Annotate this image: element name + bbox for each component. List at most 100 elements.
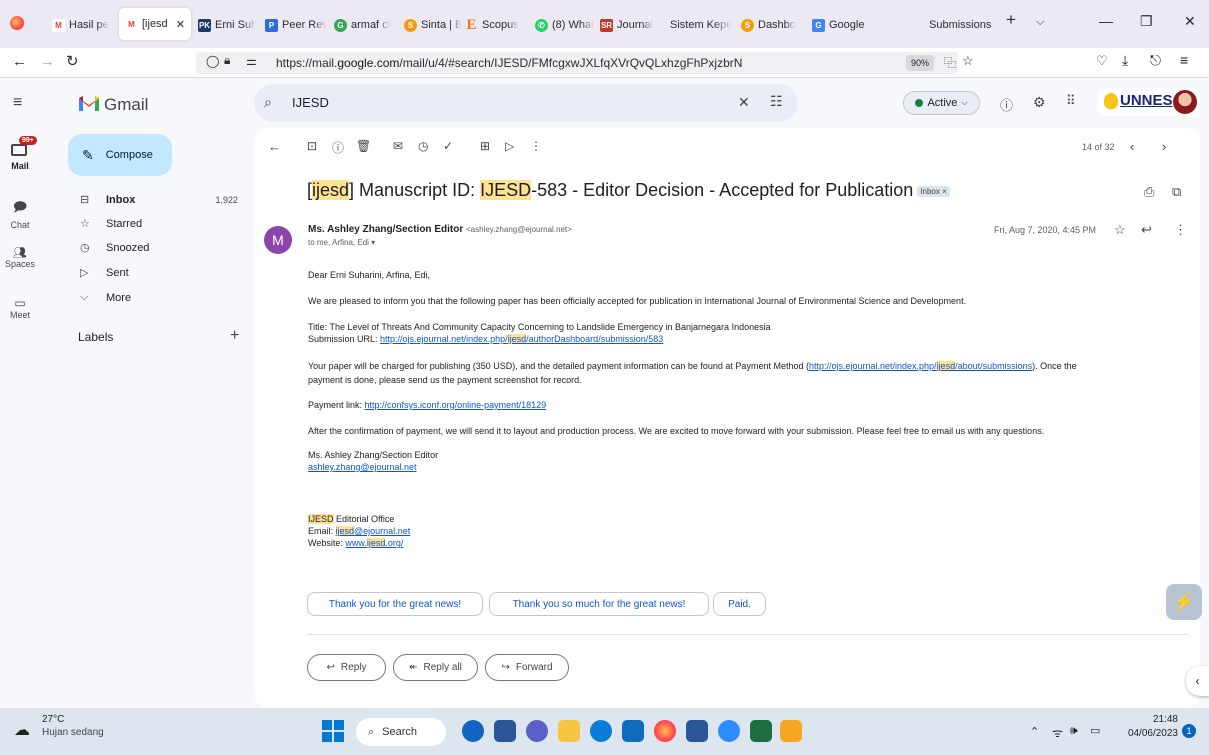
lock-icon[interactable]: 🔒︎ [224, 53, 230, 68]
add-label-icon[interactable]: + [230, 327, 239, 345]
reload-icon[interactable]: ↻ [66, 52, 79, 70]
smart-reply-2[interactable]: Thank you so much for the great news! [489, 592, 709, 616]
nav-more[interactable]: ⌵ More [64, 287, 244, 309]
store-icon[interactable] [622, 720, 644, 742]
apps-grid-icon[interactable]: ⠿ [1066, 93, 1076, 109]
minimize-icon[interactable]: — [1099, 13, 1113, 29]
pocket-icon[interactable]: ♡ [1096, 53, 1108, 69]
clock-date[interactable]: 04/06/2023 [1118, 728, 1178, 739]
compose-button[interactable]: ✎ Compose [68, 134, 172, 176]
side-panel-toggle-icon[interactable]: ‹ [1186, 666, 1209, 696]
restore-icon[interactable]: ❐ [1140, 13, 1153, 30]
firefox-menu-icon[interactable] [10, 16, 24, 30]
download-icon[interactable]: ⤓ [1122, 52, 1128, 69]
app-icon-2[interactable] [780, 720, 802, 742]
search-input[interactable]: IJESD [292, 95, 329, 110]
task-view-icon[interactable] [494, 720, 516, 742]
main-menu-icon[interactable]: ≡ [13, 94, 22, 112]
tab-hasil[interactable]: M Hasil pe [52, 14, 118, 36]
forward-arrow-icon[interactable]: → [40, 53, 55, 70]
search-icon[interactable]: ⌕ [264, 94, 272, 111]
signature-email-link[interactable]: ashley.zhang@ejournal.net [308, 462, 417, 472]
shield-icon[interactable]: ◯ [206, 54, 219, 68]
rail-chat[interactable]: 🗩︎ Chat [0, 198, 40, 230]
file-explorer-icon[interactable] [558, 720, 580, 742]
taskbar-search[interactable]: ⌕ Search [356, 718, 446, 746]
volume-icon[interactable]: 🕪︎ [1070, 723, 1078, 738]
notification-icon[interactable]: 1 [1182, 724, 1196, 738]
rail-meet[interactable]: ▭ Meet [0, 296, 40, 320]
permissions-icon[interactable]: ⚌ [246, 54, 257, 68]
reply-icon[interactable]: ↩ [1141, 222, 1152, 238]
office-email-link[interactable]: ijesd@ejournal.net [335, 526, 410, 536]
new-tab-plus-icon[interactable]: + [1006, 10, 1016, 30]
reply-button[interactable]: ↩ Reply [307, 654, 386, 681]
label-icon[interactable]: ▷ [505, 139, 514, 153]
weather-icon[interactable]: ☁ [14, 720, 30, 740]
older-chevron-icon[interactable]: › [1162, 139, 1166, 154]
snooze-icon[interactable]: ◷ [418, 139, 428, 153]
nav-inbox[interactable]: ⊟ Inbox 1,922 [64, 189, 244, 211]
recipients[interactable]: to me, Arfina, Edi ▾ [308, 238, 375, 247]
weather-temp[interactable]: 27°C [42, 714, 64, 725]
search-options-icon[interactable]: ☷ [770, 93, 783, 110]
clear-search-icon[interactable]: ✕ [738, 94, 750, 111]
gmail-logo-icon[interactable] [78, 95, 100, 112]
back-to-search-icon[interactable]: ← [268, 139, 281, 154]
reply-all-button[interactable]: ↞ Reply all [393, 654, 478, 681]
edge-icon[interactable] [590, 720, 612, 742]
mark-unread-icon[interactable]: ✉ [393, 139, 403, 153]
open-new-window-icon[interactable]: ⧉ [1172, 184, 1181, 200]
forward-button[interactable]: ↪ Forward [485, 654, 569, 681]
tab-google-scholar[interactable]: G Google [812, 14, 878, 36]
zoom-icon[interactable] [718, 720, 740, 742]
tab-dashboard[interactable]: S Dashbo [741, 14, 805, 36]
word-icon[interactable] [686, 720, 708, 742]
app-menu-icon[interactable]: ≡ [1180, 52, 1188, 68]
report-spam-icon[interactable]: ⓘ [332, 139, 344, 156]
tab-scopus[interactable]: E Scopus [465, 14, 527, 36]
share-icon[interactable]: ⎋ [1150, 52, 1161, 69]
teams-icon[interactable] [526, 720, 548, 742]
search-bar[interactable] [254, 84, 798, 122]
print-icon[interactable]: ⎙ [1144, 184, 1154, 200]
clock-time[interactable]: 21:48 [1140, 714, 1178, 725]
tab-erni[interactable]: PK Erni Suh [198, 14, 256, 36]
tab-sistem[interactable]: Sistem Kepe [670, 14, 734, 36]
sender-avatar[interactable]: M [264, 226, 292, 254]
payment-link[interactable]: http://confsys.iconf.org/online-payment/… [365, 400, 547, 410]
tab-ijesd-active[interactable]: M [ijesd ✕ [119, 8, 191, 40]
delete-icon[interactable]: 🗑︎ [356, 139, 371, 153]
battery-icon[interactable]: ▭ [1090, 724, 1100, 737]
zoom-level[interactable]: 90% [906, 55, 934, 71]
translate-icon[interactable]: ⿻ [944, 54, 956, 71]
newer-chevron-icon[interactable]: ‹ [1130, 139, 1134, 154]
weather-desc[interactable]: Hujan sedang [42, 727, 104, 738]
inbox-label-chip[interactable]: Inbox × [917, 185, 950, 197]
smart-reply-1[interactable]: Thank you for the great news! [307, 592, 483, 616]
sender-name[interactable]: Ms. Ashley Zhang/Section Editor [308, 224, 463, 235]
nav-starred[interactable]: ☆ Starred [64, 213, 244, 235]
more-vert-icon[interactable]: ⋮ [1174, 222, 1187, 238]
smart-reply-3[interactable]: Paid. [713, 592, 766, 616]
archive-icon[interactable]: ⊡ [307, 139, 317, 153]
tab-whatsapp[interactable]: ✆ (8) What [535, 14, 597, 36]
tray-chevron-icon[interactable]: ⌃ [1030, 725, 1039, 738]
app-icon-1[interactable] [462, 720, 484, 742]
add-task-icon[interactable]: ✓ [443, 139, 453, 153]
firefox-icon[interactable] [654, 720, 676, 742]
nav-sent[interactable]: ▷ Sent [64, 262, 244, 284]
office-website-link[interactable]: www.ijesd.org/ [345, 538, 403, 548]
nav-snoozed[interactable]: ◷ Snoozed [64, 237, 244, 259]
gmail-logo-text[interactable]: Gmail [104, 95, 148, 115]
assistant-widget-icon[interactable]: ⚡ [1166, 584, 1202, 620]
move-to-icon[interactable]: ⊞ [480, 139, 490, 153]
windows-start-icon[interactable] [322, 720, 344, 742]
account-avatar[interactable] [1173, 90, 1197, 114]
tab-sinta[interactable]: S Sinta | B [404, 14, 464, 36]
excel-icon[interactable] [750, 720, 772, 742]
org-account-badge[interactable]: UNNES [1098, 88, 1200, 116]
more-options-icon[interactable]: ⋮ [530, 139, 542, 153]
tab-list-chevron-icon[interactable]: ⌵ [1036, 16, 1044, 29]
tab-armaf[interactable]: Garmaf cl [334, 14, 398, 36]
